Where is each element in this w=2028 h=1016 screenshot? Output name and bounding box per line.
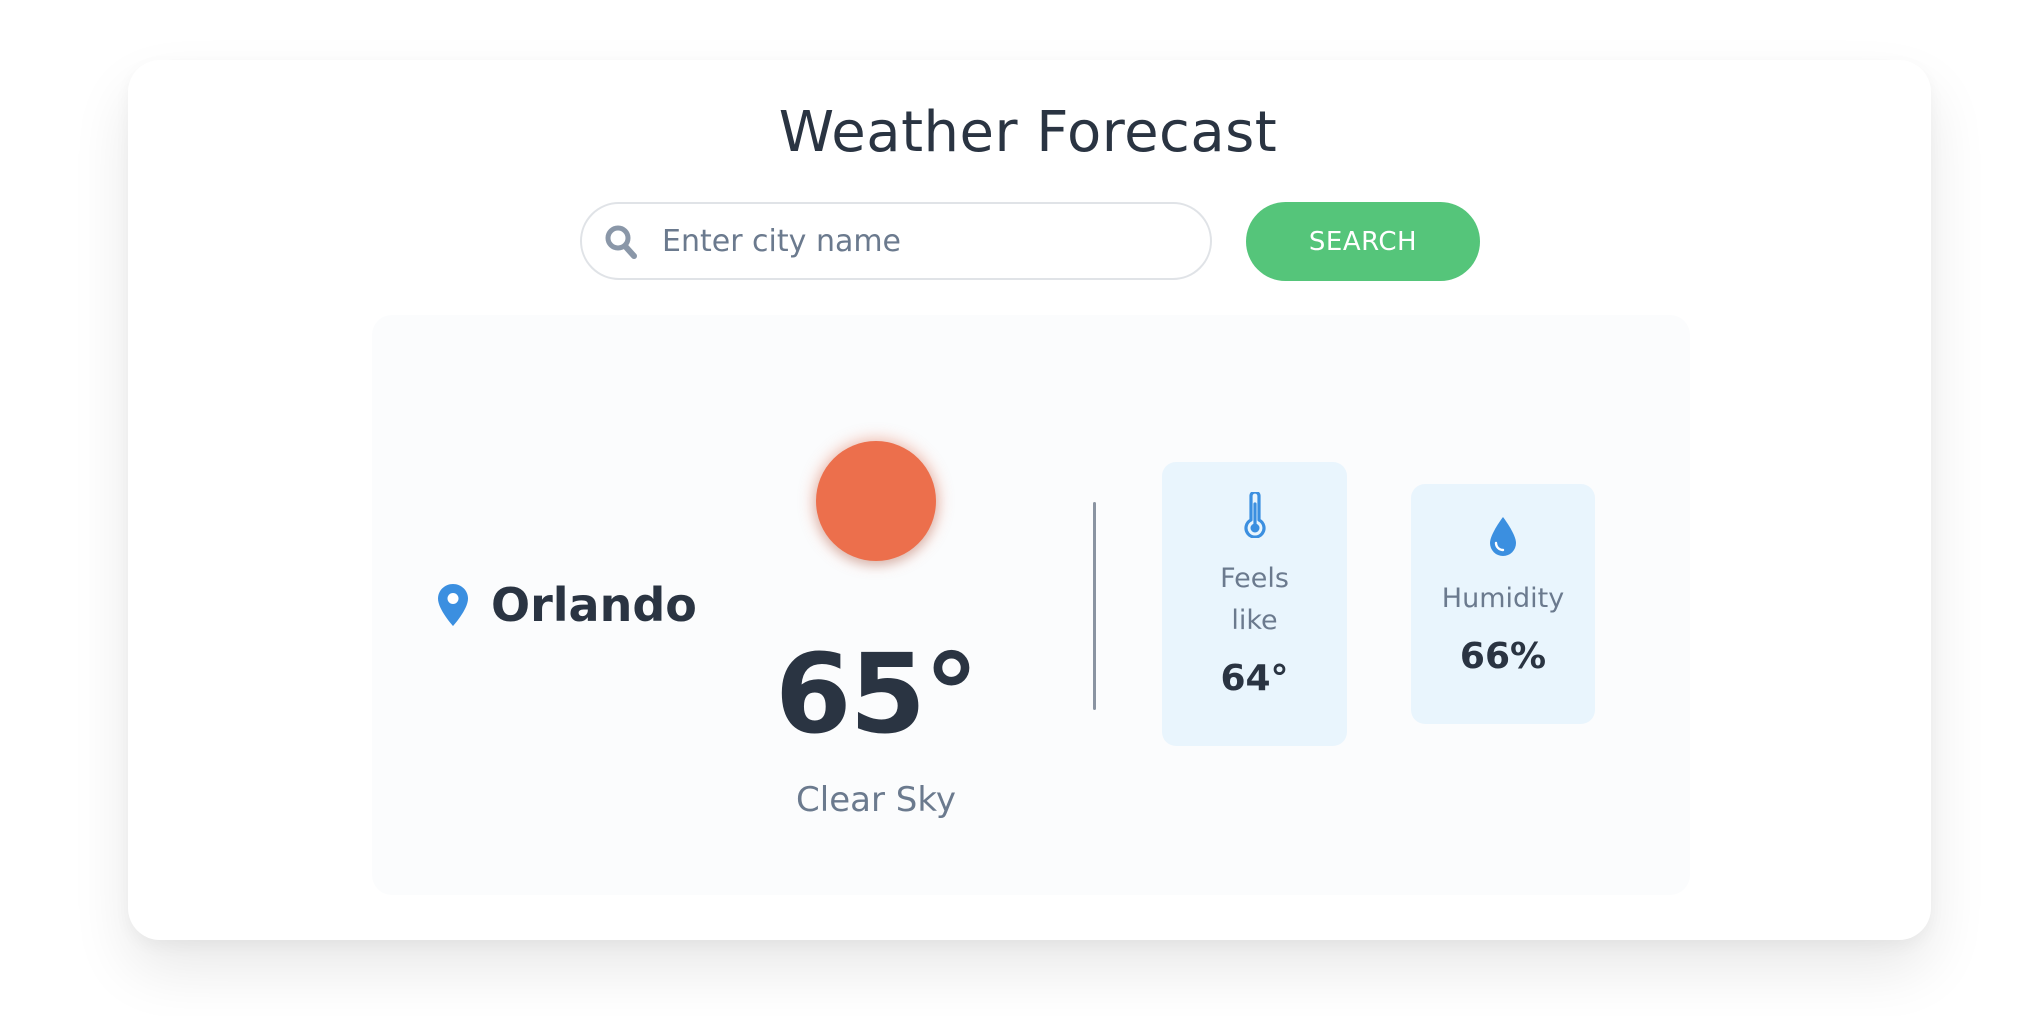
- feels-like-card: Feels like 64°: [1162, 462, 1347, 746]
- sun-icon: [816, 441, 936, 561]
- feels-like-label-line2: like: [1231, 605, 1278, 636]
- current-temperature: 65°: [774, 630, 979, 758]
- search-box[interactable]: [580, 202, 1212, 280]
- search-icon: [605, 225, 637, 259]
- page-title: Weather Forecast: [778, 100, 1278, 165]
- water-drop-icon: [1490, 517, 1516, 556]
- divider: [1093, 502, 1096, 710]
- humidity-label: Humidity: [1441, 583, 1565, 614]
- humidity-card: Humidity 66%: [1411, 484, 1595, 724]
- humidity-value: 66%: [1459, 636, 1547, 677]
- location: Orlando: [437, 578, 697, 632]
- search-input[interactable]: [662, 212, 1192, 270]
- thermometer-icon: [1243, 492, 1266, 538]
- feels-like-value: 64°: [1220, 658, 1289, 699]
- city-name: Orlando: [491, 578, 697, 632]
- location-pin-icon: [438, 584, 468, 626]
- feels-like-label-line1: Feels: [1220, 563, 1289, 594]
- search-button[interactable]: SEARCH: [1246, 202, 1480, 281]
- weather-condition: Clear Sky: [796, 780, 956, 820]
